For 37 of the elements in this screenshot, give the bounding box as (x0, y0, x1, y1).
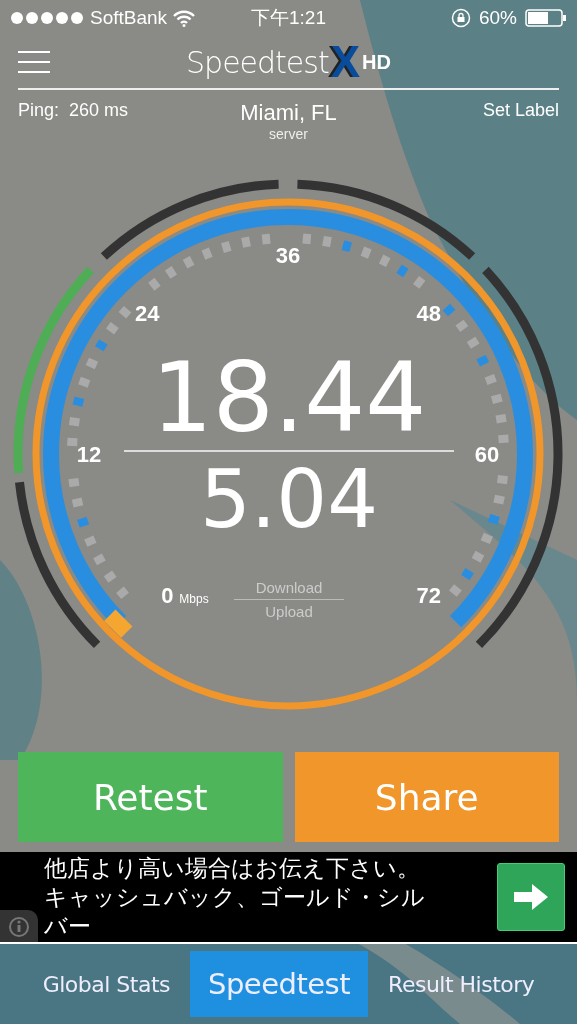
share-button[interactable]: Share (294, 752, 559, 842)
clock: 下午1:21 (251, 6, 326, 30)
battery-icon (525, 9, 567, 27)
ad-arrow-button[interactable] (497, 863, 565, 931)
nav-tab[interactable]: Global Stats (36, 955, 176, 1013)
logo-suffix: HD (362, 50, 391, 74)
ad-text: 他店より高い場合はお伝え下さい。 キャッシュバック、ゴールド・シル バー (44, 853, 426, 941)
menu-icon[interactable] (18, 51, 50, 73)
set-label-link[interactable]: Set Label (482, 100, 559, 121)
server-name: Miami, FL (240, 100, 337, 126)
ping-label: Ping: (18, 100, 60, 121)
scale-label: 24 (135, 301, 160, 327)
nav-tab[interactable]: Speedtest (190, 951, 369, 1017)
upload-label: Upload (265, 603, 313, 620)
scale-label: 72 (416, 582, 441, 608)
scale-label: 48 (416, 301, 441, 327)
retest-button[interactable]: Retest (18, 752, 283, 842)
battery-percent: 60% (479, 7, 517, 29)
logo-mark: X (330, 37, 361, 87)
unit-label: Mbps (179, 591, 209, 606)
rotation-lock-icon (451, 8, 471, 28)
download-speed: 18.44 (151, 346, 427, 450)
download-label: Download (255, 579, 323, 596)
carrier-name: SoftBank (90, 7, 168, 29)
logo-text: Speedtest (186, 44, 329, 80)
ping-value: 260 ms (69, 100, 129, 121)
scale-label: 12 (76, 442, 102, 467)
signal-icon (10, 11, 84, 25)
upload-speed: 5.04 (199, 452, 379, 548)
wifi-icon (173, 9, 196, 27)
scale-label: 36 (275, 243, 301, 268)
info-icon[interactable] (0, 910, 38, 942)
server-caption: server (269, 126, 308, 142)
scale-label: 60 (474, 442, 500, 467)
arrow-right-icon (514, 884, 548, 910)
nav-tab[interactable]: Result History (382, 955, 541, 1013)
scale-label: 0 (161, 582, 174, 608)
